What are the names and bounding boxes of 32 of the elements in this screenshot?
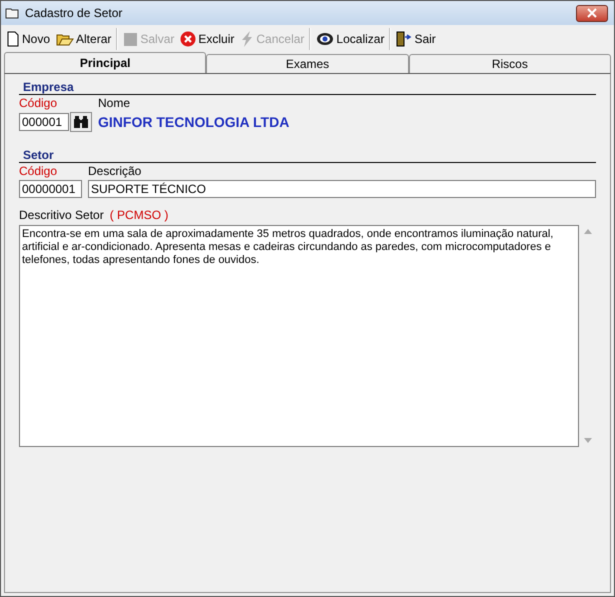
field-label: Descritivo Setor bbox=[19, 208, 104, 222]
field-label: Código bbox=[19, 96, 58, 110]
company-name: GINFOR TECNOLOGIA LTDA bbox=[98, 114, 290, 130]
section-heading: Empresa bbox=[23, 80, 74, 94]
code-field[interactable]: 00000001 bbox=[19, 180, 82, 198]
search-button[interactable] bbox=[70, 112, 92, 132]
toolbar-button[interactable]: Novo bbox=[3, 29, 54, 49]
description-field[interactable]: SUPORTE TÉCNICO bbox=[88, 180, 596, 198]
window-icon bbox=[5, 7, 19, 19]
toolbar-button[interactable]: Alterar bbox=[53, 29, 114, 49]
field-tag: ( PCMSO ) bbox=[110, 208, 168, 222]
field-label: Descrição bbox=[88, 164, 142, 178]
field-label: Nome bbox=[98, 96, 132, 110]
tab[interactable]: Principal bbox=[4, 52, 206, 73]
section-heading: Setor bbox=[23, 148, 54, 162]
tab[interactable]: Exames bbox=[206, 54, 409, 73]
eye-icon bbox=[316, 31, 334, 47]
tab[interactable]: Riscos bbox=[408, 54, 611, 73]
toolbar-button[interactable]: Excluir bbox=[177, 29, 238, 49]
toolbar-button[interactable]: Sair bbox=[393, 29, 439, 49]
delete-icon bbox=[180, 31, 196, 47]
toolbar-button[interactable]: Localizar bbox=[313, 29, 388, 49]
field-label: Código bbox=[19, 164, 58, 178]
close-icon bbox=[586, 8, 598, 18]
lightning-icon bbox=[240, 31, 254, 47]
square-icon bbox=[123, 32, 138, 46]
code-field[interactable]: 000001 bbox=[19, 113, 69, 131]
document-icon bbox=[6, 31, 20, 47]
window-title: Cadastro de Setor bbox=[25, 6, 124, 20]
close-button[interactable] bbox=[576, 4, 608, 22]
door-icon bbox=[396, 31, 412, 47]
description-text-area[interactable]: Encontra-se em uma sala de aproximadamente 35 metros quadrados, onde encontramos iluminação natural, artificial e ar-condicionado. Apresenta mesas e cadeiras circundando as paredes, com microcomputadores e telefones, todas apresentando fones de ouvidos. bbox=[19, 225, 579, 447]
